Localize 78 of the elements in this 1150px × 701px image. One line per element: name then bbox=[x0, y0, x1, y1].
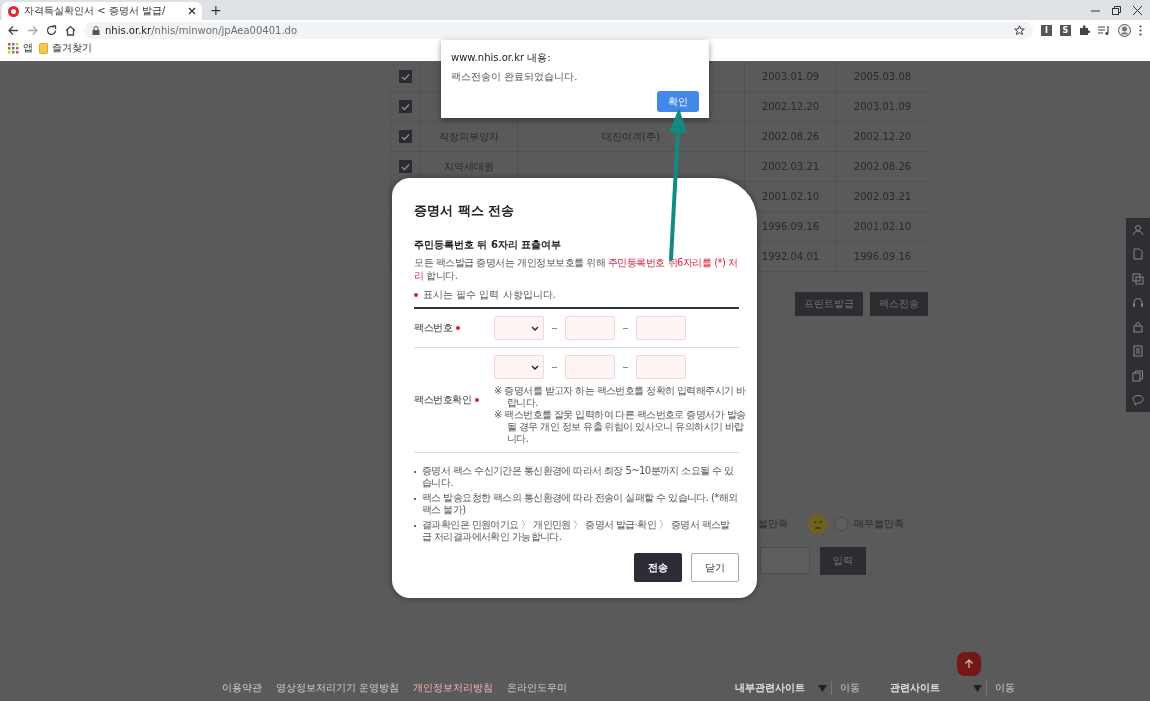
extension-icon[interactable]: I bbox=[1041, 25, 1052, 36]
fax-number-field[interactable] bbox=[636, 355, 686, 379]
copy-icon[interactable] bbox=[1132, 369, 1144, 382]
new-tab-button[interactable]: + bbox=[210, 3, 222, 17]
info-text: 결과확인은 민원여기요 〉 개인민원 〉 증명서 발급·확인 〉 증명서 팩스발급 처리결과에서확인 가능합니다. bbox=[422, 519, 731, 543]
footer-link[interactable]: 온라인도우미 bbox=[507, 681, 568, 695]
bullet-mark bbox=[414, 498, 416, 500]
browser-tab[interactable]: 자격득실확인서 < 증명서 발급/ bbox=[2, 2, 202, 20]
dropdown-icon bbox=[973, 684, 983, 692]
submit-button[interactable]: 입력 bbox=[820, 547, 866, 575]
required-mark bbox=[414, 293, 418, 297]
restore-icon[interactable] bbox=[1112, 5, 1121, 15]
headset-icon[interactable] bbox=[1132, 296, 1144, 309]
person-icon[interactable] bbox=[1132, 224, 1144, 237]
arrow-up-icon bbox=[964, 659, 974, 669]
extension-icon[interactable]: S bbox=[1060, 25, 1071, 36]
pages-icon[interactable] bbox=[1132, 272, 1144, 285]
send-button[interactable]: 전송 bbox=[634, 553, 682, 582]
apps-grid-icon[interactable] bbox=[8, 43, 19, 54]
ok-button[interactable]: 확인 bbox=[657, 91, 699, 112]
go-button[interactable]: 이동 bbox=[831, 681, 869, 695]
action-button[interactable]: 프린트발급 bbox=[795, 292, 863, 316]
checkbox[interactable] bbox=[398, 70, 412, 83]
site-select[interactable]: 내부관련사이트 bbox=[731, 681, 832, 695]
dropdown-icon bbox=[818, 684, 828, 692]
puzzle-icon[interactable] bbox=[1079, 25, 1090, 36]
footer-link[interactable]: 영상정보처리기기 운영방침 bbox=[276, 681, 400, 695]
forward-icon[interactable] bbox=[27, 25, 38, 36]
close-button[interactable]: 닫기 bbox=[691, 553, 739, 582]
alert-message: 팩스전송이 완료되었습니다. bbox=[451, 70, 579, 84]
checkbox[interactable] bbox=[399, 100, 412, 113]
chevron-down-icon bbox=[531, 364, 539, 370]
note-text: ※ 증명서를 받고자 하는 팩스번호를 정확히 입력해주시기 바랍니다. bbox=[494, 385, 747, 409]
bookmark-link[interactable]: 즐겨찾기 bbox=[52, 42, 92, 55]
menu-icon[interactable] bbox=[1139, 25, 1142, 36]
star-icon[interactable] bbox=[1014, 25, 1025, 36]
dialog-title: 증명서 팩스 전송 bbox=[414, 202, 516, 220]
bullet-mark bbox=[414, 525, 416, 527]
action-button[interactable]: 팩스전송 bbox=[870, 292, 928, 316]
close-icon[interactable] bbox=[1133, 5, 1142, 15]
field-label: 팩스번호확인 bbox=[414, 393, 471, 407]
tab-title: 자격득실확인서 < 증명서 발급/ bbox=[24, 4, 167, 18]
scroll-top-button[interactable] bbox=[957, 652, 981, 676]
field-label: 팩스번호 bbox=[414, 321, 452, 335]
site-favicon bbox=[8, 5, 19, 17]
close-icon[interactable] bbox=[188, 7, 196, 15]
lock-icon[interactable] bbox=[1132, 321, 1144, 334]
lock-icon bbox=[92, 26, 100, 35]
go-button[interactable]: 이동 bbox=[986, 681, 1024, 695]
profile-avatar-icon[interactable] bbox=[1118, 24, 1131, 37]
fax-number-field[interactable] bbox=[565, 355, 615, 379]
fax-number-field[interactable] bbox=[636, 316, 686, 340]
home-icon[interactable] bbox=[65, 25, 76, 36]
reload-icon[interactable] bbox=[46, 25, 57, 36]
checkbox[interactable] bbox=[399, 130, 412, 143]
section-title: 주민등록번호 뒤 6자리 표출여부 bbox=[414, 238, 563, 252]
url-text: nhis.or.kr/nhis/minwon/jpAea00401.do bbox=[105, 25, 298, 36]
checkbox[interactable] bbox=[399, 160, 412, 173]
frown-face-icon bbox=[808, 514, 828, 534]
note-text: ※ 팩스번호를 잘못 입력하여 다른 팩스번호로 증명서가 발송될 경우 개인 정보 유출 위험이 있사오니 유의하시기 바랍니다. bbox=[494, 409, 747, 445]
bullet-mark bbox=[414, 471, 416, 473]
info-text: 증명서 팩스 수신기간은 통신환경에 따라서 최장 5~10분까지 소요될 수 있습니다. bbox=[422, 465, 735, 489]
document-icon[interactable] bbox=[1132, 248, 1144, 261]
chat-bubble-icon[interactable] bbox=[1132, 393, 1144, 406]
required-note: 표시는 필수 입력 사항입니다. bbox=[423, 288, 556, 302]
site-select[interactable]: 관련사이트 bbox=[886, 681, 987, 695]
footer-link[interactable]: 개인정보처리방침 bbox=[413, 681, 494, 695]
notice-text: 모든 팩스발급 증명서는 개인정보보호를 위해 주민등록번호 뒤6자리를 (*) 처리 합니다. bbox=[414, 257, 739, 282]
address-bar[interactable]: nhis.or.kr/nhis/minwon/jpAea00401.do bbox=[84, 22, 1033, 39]
alert-origin: www.nhis.or.kr 내용: bbox=[451, 51, 552, 65]
bookmark-link[interactable]: 앱 bbox=[23, 42, 33, 55]
back-icon[interactable] bbox=[8, 25, 19, 36]
playlist-icon[interactable] bbox=[1098, 25, 1110, 36]
fax-number-field[interactable] bbox=[565, 316, 615, 340]
chevron-down-icon bbox=[531, 325, 539, 331]
info-text: 팩스 발송요청한 팩스의 통신환경에 따라 전송이 실패할 수 있습니다. (*해외팩스 불가) bbox=[422, 492, 739, 516]
list-document-icon[interactable] bbox=[1132, 345, 1144, 358]
footer-link[interactable]: 이용약관 bbox=[222, 681, 262, 695]
